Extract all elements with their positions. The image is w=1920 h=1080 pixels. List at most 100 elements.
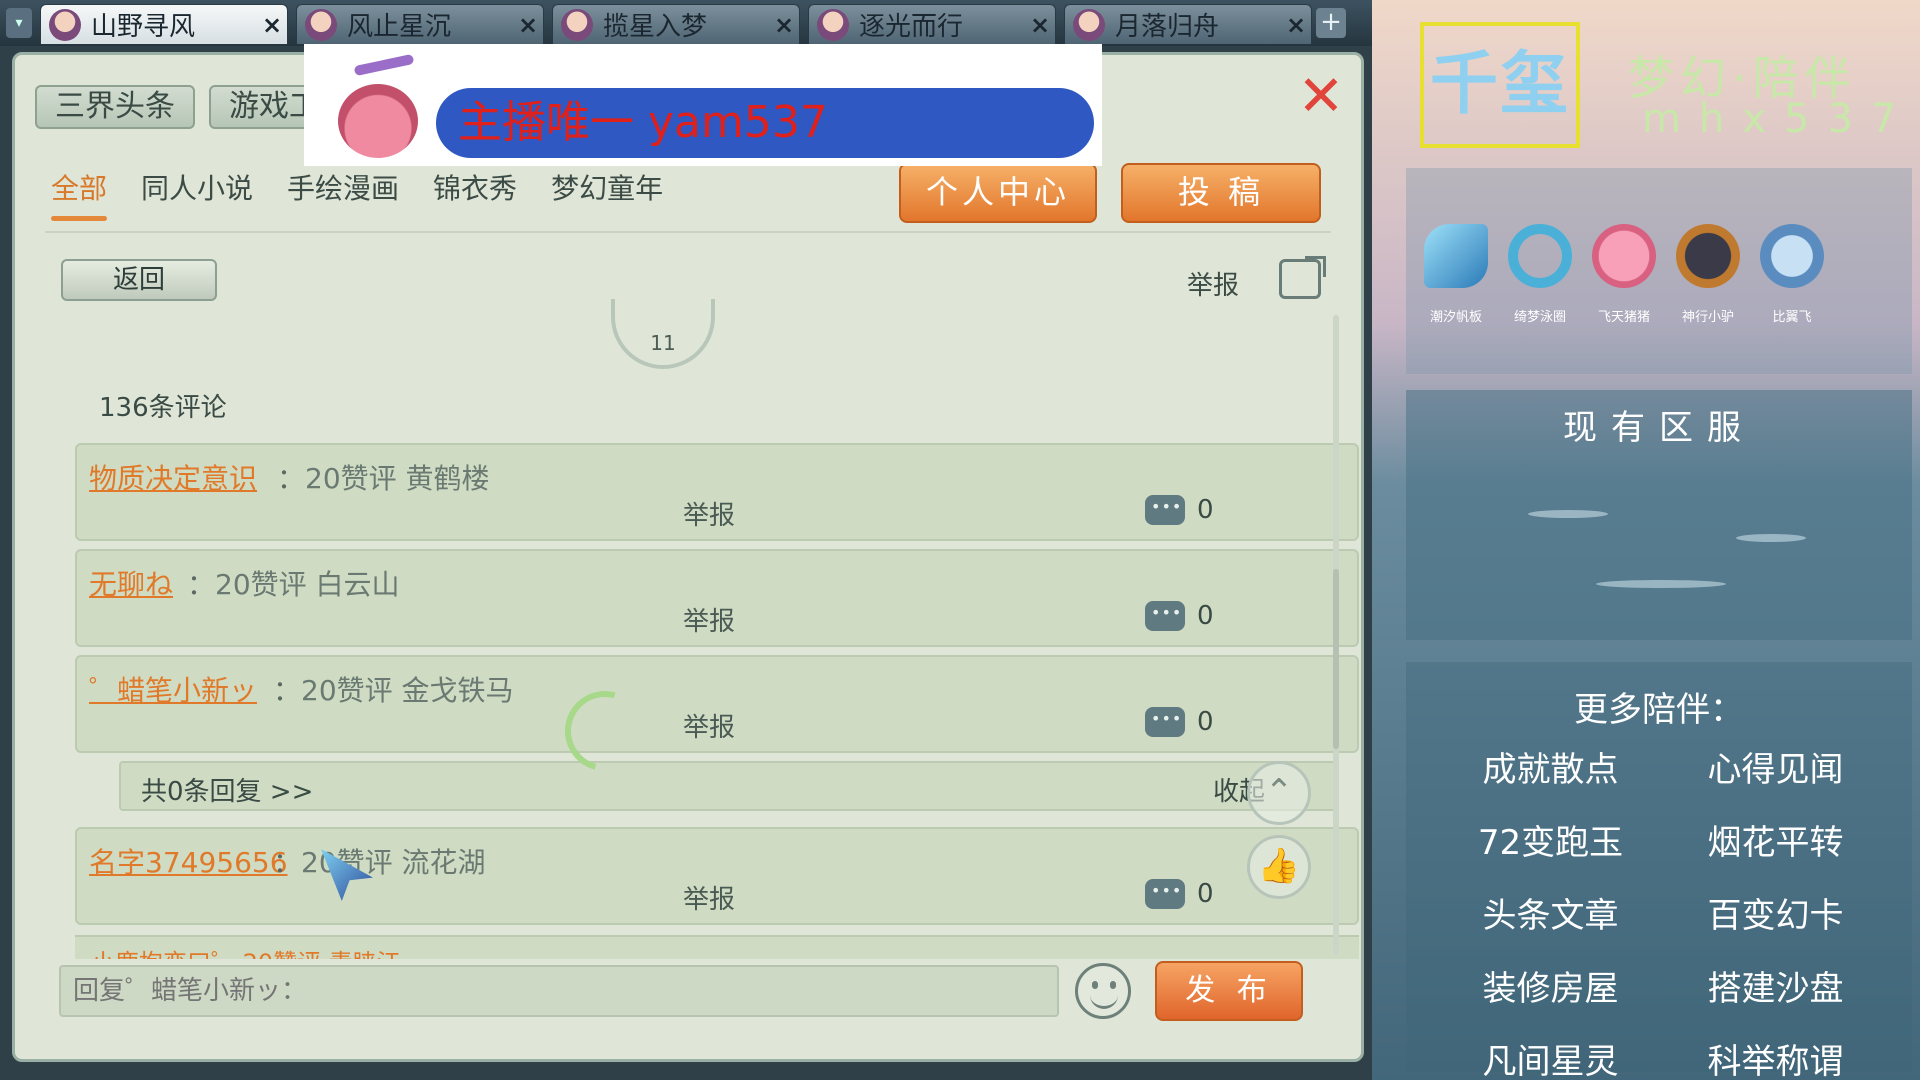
donkey-icon xyxy=(1676,224,1740,288)
mount-showcase: 潮汐帆板 绮梦泳圈 飞天猪猪 神行小驴 比翼飞 xyxy=(1406,168,1912,374)
report-article-link[interactable]: 举报 xyxy=(1187,265,1239,302)
comment-item-partial: 小鹿抱恋曰゜ 20赞评 青睐江 xyxy=(75,935,1359,959)
top-nav-headlines[interactable]: 三界头条 xyxy=(35,85,195,129)
comment-username[interactable]: ゜蜡笔小新ッ xyxy=(89,669,257,709)
tab-2[interactable]: 风止星沉 × xyxy=(296,4,544,44)
top-nav: 三界头条 游戏工 xyxy=(35,85,339,129)
service-item: 烟花平转 xyxy=(1707,823,1844,863)
fish-decoration xyxy=(1596,580,1726,588)
report-link[interactable]: 举报 xyxy=(683,707,735,744)
comment-item: 名字37495656 ：20赞评 流花湖 举报 0 xyxy=(75,827,1359,925)
reply-count: 0 xyxy=(1197,601,1214,631)
tab-close-icon[interactable]: × xyxy=(1025,11,1055,39)
emoji-icon[interactable] xyxy=(1075,963,1131,1019)
personal-center-button[interactable]: 个人中心 xyxy=(899,163,1097,223)
service-item: 装修房屋 xyxy=(1482,969,1619,1009)
view-replies-link[interactable]: 共0条回复 >> xyxy=(141,771,313,808)
comment-bubble-icon[interactable] xyxy=(1145,495,1185,525)
publish-button[interactable]: 发 布 xyxy=(1155,961,1303,1021)
service-item: 科举称谓 xyxy=(1707,1042,1844,1080)
server-list: 现有区服 xyxy=(1406,390,1912,640)
tab-4[interactable]: 逐光而行 × xyxy=(808,4,1056,44)
comment-item: 物质决定意识 ：20赞评 黄鹤楼 举报 0 xyxy=(75,443,1359,541)
tab-close-icon[interactable]: × xyxy=(769,11,799,39)
comment-bubble-icon[interactable] xyxy=(1145,707,1185,737)
mount-item: 飞天猪猪 xyxy=(1584,224,1664,325)
mount-item: 神行小驴 xyxy=(1668,224,1748,325)
logo: 千玺 xyxy=(1420,22,1580,148)
tab-fan-fiction[interactable]: 同人小说 xyxy=(141,167,253,221)
comment-item: 无聊ね ：20赞评 白云山 举报 0 xyxy=(75,549,1359,647)
tab-3[interactable]: 揽星入梦 × xyxy=(552,4,800,44)
reply-count: 0 xyxy=(1197,707,1214,737)
tab-close-icon[interactable]: × xyxy=(513,11,543,39)
flying-pig-icon xyxy=(1592,224,1656,288)
service-item: 百变幻卡 xyxy=(1707,896,1844,936)
close-icon[interactable]: ✕ xyxy=(1293,69,1349,127)
tab-label: 月落归舟 xyxy=(1115,12,1220,42)
server-list-title: 现有区服 xyxy=(1563,408,1755,448)
comment-count: 136条评论 xyxy=(99,393,227,423)
category-tabs: 全部 同人小说 手绘漫画 锦衣秀 梦幻童年 xyxy=(51,167,663,221)
share-icon[interactable] xyxy=(1279,259,1321,299)
tab-label: 风止星沉 xyxy=(347,12,452,42)
mount-item: 潮汐帆板 xyxy=(1416,224,1496,325)
mount-item: 绮梦泳圈 xyxy=(1500,224,1580,325)
tab-label: 山野寻风 xyxy=(91,12,196,42)
comment-bubble-icon[interactable] xyxy=(1145,601,1185,631)
tab-close-icon[interactable]: × xyxy=(257,11,287,39)
like-badge-count: 11 xyxy=(650,331,676,355)
comment-username[interactable]: 名字37495656 xyxy=(89,841,288,881)
report-link[interactable]: 举报 xyxy=(683,879,735,916)
report-link[interactable]: 举报 xyxy=(683,601,735,638)
tab-close-icon[interactable]: × xyxy=(1281,11,1311,39)
comment-username[interactable]: 物质决定意识 xyxy=(89,457,257,497)
scrollbar-thumb[interactable] xyxy=(1333,569,1339,749)
service-item: 72变跑玉 xyxy=(1477,823,1624,863)
tab-menu-button[interactable]: ▾ xyxy=(6,8,32,38)
character-avatar-icon xyxy=(49,8,81,41)
surfboard-icon xyxy=(1424,224,1488,288)
service-item: 成就散点 xyxy=(1482,750,1619,790)
character-avatar-icon xyxy=(817,8,849,41)
tab-label: 揽星入梦 xyxy=(603,12,708,42)
mount-name: 飞天猪猪 xyxy=(1597,310,1650,325)
news-panel: 三界头条 游戏工 ✕ 全部 同人小说 手绘漫画 锦衣秀 梦幻童年 个人中心 投 … xyxy=(12,52,1364,1062)
comment-username[interactable]: 无聊ね xyxy=(89,563,173,603)
like-button[interactable]: 👍 xyxy=(1247,835,1311,899)
character-avatar-icon xyxy=(1073,8,1105,41)
tab-hand-drawn-comics[interactable]: 手绘漫画 xyxy=(287,167,399,221)
mount-name: 潮汐帆板 xyxy=(1429,310,1482,325)
character-avatar-icon xyxy=(305,8,337,41)
submit-post-button[interactable]: 投 稿 xyxy=(1121,163,1321,223)
comment-body: ：20赞评 黄鹤楼 xyxy=(277,462,490,495)
scroll-to-top-button[interactable]: ⌃ xyxy=(1247,761,1311,825)
tab-childhood[interactable]: 梦幻童年 xyxy=(551,167,663,221)
reply-count: 0 xyxy=(1197,495,1214,525)
back-button[interactable]: 返回 xyxy=(61,259,217,301)
service-item: 搭建沙盘 xyxy=(1707,969,1844,1009)
reply-input[interactable] xyxy=(61,967,1057,1015)
service-item: 头条文章 xyxy=(1482,896,1619,936)
streamer-banner: 主播唯一 yam537 xyxy=(304,44,1102,166)
winged-creature-icon xyxy=(1760,224,1824,288)
stream-sidebar: 千玺 梦幻·陪伴 mhx537 潮汐帆板 绮梦泳圈 飞天猪猪 神行小驴 比翼飞 … xyxy=(1372,0,1920,1080)
propeller-icon xyxy=(353,53,415,77)
tab-5[interactable]: 月落归舟 × xyxy=(1064,4,1312,44)
service-item: 凡间星灵 xyxy=(1482,1042,1619,1080)
reply-thread-bar: 共0条回复 >> 收起 xyxy=(119,761,1337,811)
comment-body: ：20赞评 白云山 xyxy=(187,568,400,601)
comment-bubble-icon[interactable] xyxy=(1145,879,1185,909)
reply-input-box[interactable] xyxy=(59,965,1059,1017)
add-tab-button[interactable]: + xyxy=(1316,8,1346,38)
mount-name: 绮梦泳圈 xyxy=(1513,310,1566,325)
more-services-grid: 成就散点 心得见闻 72变跑玉 烟花平转 头条文章 百变幻卡 装修房屋 搭建沙盘… xyxy=(1438,742,1888,1080)
tab-all[interactable]: 全部 xyxy=(51,167,108,221)
swim-ring-icon xyxy=(1508,224,1572,288)
tab-costume-show[interactable]: 锦衣秀 xyxy=(433,167,517,221)
comment-body: ：20赞评 流花湖 xyxy=(273,846,486,879)
tab-label: 逐光而行 xyxy=(859,12,964,42)
tab-1[interactable]: 山野寻风 × xyxy=(40,4,288,44)
like-badge: 11 xyxy=(611,299,715,369)
report-link[interactable]: 举报 xyxy=(683,495,735,532)
